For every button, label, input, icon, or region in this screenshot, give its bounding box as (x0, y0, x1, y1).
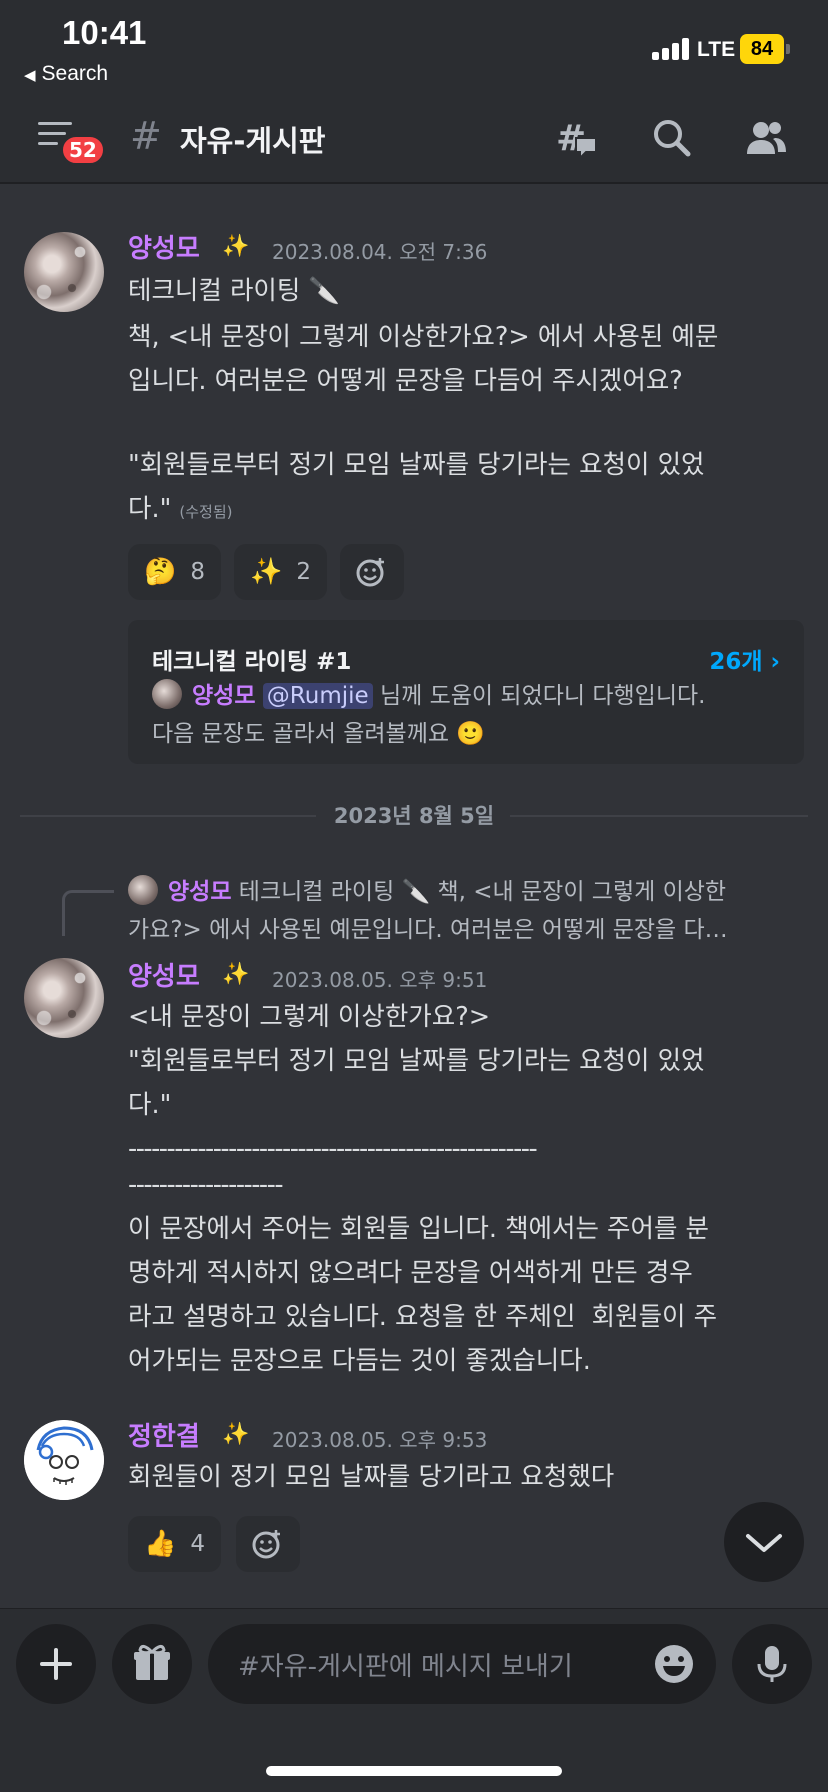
message-timestamp: 2023.08.05. 오후 9:53 (272, 1428, 488, 1452)
replied-message-preview-line: 가요?> 에서 사용된 예문입니다. 여러분은 어떻게 문장을 다… (128, 917, 728, 943)
sparkle-icon: ✨ (222, 962, 250, 987)
message-line: "회원들로부터 정기 모임 날짜를 당기라는 요청이 있었 (128, 1046, 705, 1076)
message-line: 다." (수정됨) (128, 494, 233, 524)
back-label: Search (41, 62, 109, 85)
message-line: -------------------- (128, 1170, 284, 1200)
message-line: 입니다. 여러분은 어떻게 문장을 다듬어 주시겠어요? (128, 366, 683, 396)
message-line: "회원들로부터 정기 모임 날짜를 당기라는 요청이 있었 (128, 450, 705, 480)
clock: 10:41 (62, 14, 147, 51)
signal-icon (652, 38, 692, 60)
voice-message-button[interactable] (732, 1624, 812, 1704)
thread-preview-card[interactable]: 테크니컬 라이팅 #1 26개 › 양성모 @Rumjie 님께 도움이 되었다… (128, 620, 804, 764)
message-timestamp: 2023.08.04. 오전 7:36 (272, 240, 488, 264)
message-line: 이 문장에서 주어는 회원들 입니다. 책에서는 주어를 분 (128, 1214, 709, 1244)
members-icon[interactable] (744, 116, 788, 160)
message-line: 명하게 적시하지 않으려다 문장을 어색하게 만든 경우 (128, 1258, 693, 1288)
plus-icon (40, 1648, 72, 1680)
unread-badge: 52 (60, 134, 106, 166)
reaction-count: 2 (296, 559, 312, 585)
message-line: <내 문장이 그렇게 이상한가요?> (128, 1002, 491, 1032)
menu-icon (38, 122, 72, 125)
reaction-count: 4 (190, 1531, 206, 1557)
thread-message-count[interactable]: 26개 › (709, 642, 780, 676)
menu-button[interactable]: 52 (34, 120, 106, 172)
message-input[interactable]: #자유-게시판에 메시지 보내기 (208, 1624, 716, 1704)
reply-connector (62, 890, 114, 936)
message-input-placeholder: #자유-게시판에 메시지 보내기 (238, 1652, 573, 1682)
date-divider: 2023년 8월 5일 (333, 804, 495, 828)
avatar[interactable] (24, 958, 104, 1038)
author-name[interactable]: 양성모 (128, 956, 200, 993)
message-line: 라고 설명하고 있습니다. 요청을 한 주체인 회원들이 주 (128, 1302, 718, 1332)
channel-header: 52 # 자유-게시판 # (0, 92, 828, 184)
search-icon[interactable] (650, 116, 694, 160)
message-line: 다." (128, 1090, 172, 1120)
avatar[interactable] (24, 232, 104, 312)
gift-button[interactable] (112, 1624, 192, 1704)
scroll-to-bottom-button[interactable] (724, 1502, 804, 1582)
message-timestamp: 2023.08.05. 오후 9:51 (272, 968, 488, 992)
thread-last-message-line: 다음 문장도 골라서 올려볼께요 🙂 (152, 721, 485, 747)
add-reaction-button[interactable] (340, 544, 404, 600)
back-to-search-link[interactable]: ◀ Search (24, 62, 108, 86)
add-reaction-icon (252, 1530, 280, 1559)
edited-label: (수정됨) (179, 503, 233, 521)
back-triangle-icon: ◀ (24, 67, 36, 84)
replied-message-preview[interactable]: 양성모 테크니컬 라이팅 🔪 책, <내 문장이 그렇게 이상한 (128, 872, 726, 906)
sparkle-icon: ✨ (222, 1422, 250, 1447)
avatar (128, 875, 158, 905)
sparkles-emoji-icon: ✨ (250, 557, 283, 587)
thumbs-up-emoji-icon: 👍 (144, 1529, 177, 1559)
message-line: 회원들이 정기 모임 날짜를 당기라고 요청했다 (128, 1462, 615, 1492)
attach-button[interactable] (16, 1624, 96, 1704)
channel-title: 자유-게시판 (180, 124, 326, 158)
doodle-face-icon (24, 1420, 104, 1500)
thinking-emoji-icon: 🤔 (144, 557, 177, 587)
sparkle-icon: ✨ (222, 234, 250, 259)
avatar (152, 679, 182, 709)
status-bar: 10:41 ◀ Search LTE 84 (0, 0, 828, 92)
author-name[interactable]: 정한결 (128, 1416, 200, 1453)
gift-icon (134, 1645, 170, 1680)
network-label: LTE (697, 38, 736, 61)
author-name[interactable]: 양성모 (128, 228, 200, 265)
avatar[interactable] (24, 1420, 104, 1500)
chevron-down-icon (746, 1534, 782, 1552)
emoji-icon[interactable] (652, 1642, 696, 1686)
battery-level: 84 (740, 34, 784, 64)
thread-last-message: 양성모 @Rumjie 님께 도움이 되었다니 다행입니다. (152, 676, 705, 710)
reaction-count: 8 (190, 559, 206, 585)
message-line: 어가되는 문장으로 다듬는 것이 좋겠습니다. (128, 1346, 591, 1376)
message-line: 테크니컬 라이팅 🔪 (128, 276, 341, 306)
message-line: 책, <내 문장이 그렇게 이상한가요?> 에서 사용된 예문 (128, 322, 719, 352)
reaction-sparkles[interactable]: ✨ 2 (234, 544, 328, 600)
microphone-icon (757, 1646, 787, 1682)
home-indicator[interactable] (266, 1766, 562, 1776)
user-mention[interactable]: @Rumjie (262, 683, 373, 709)
add-reaction-icon (356, 558, 384, 587)
threads-icon[interactable]: # (554, 116, 598, 160)
thread-title: 테크니컬 라이팅 #1 (152, 649, 352, 675)
reaction-thinking[interactable]: 🤔 8 (128, 544, 222, 600)
battery-icon: 84 (740, 34, 790, 64)
reaction-thumbs-up[interactable]: 👍 4 (128, 1516, 222, 1572)
channel-hash-icon: # (130, 114, 162, 158)
add-reaction-button[interactable] (236, 1516, 300, 1572)
